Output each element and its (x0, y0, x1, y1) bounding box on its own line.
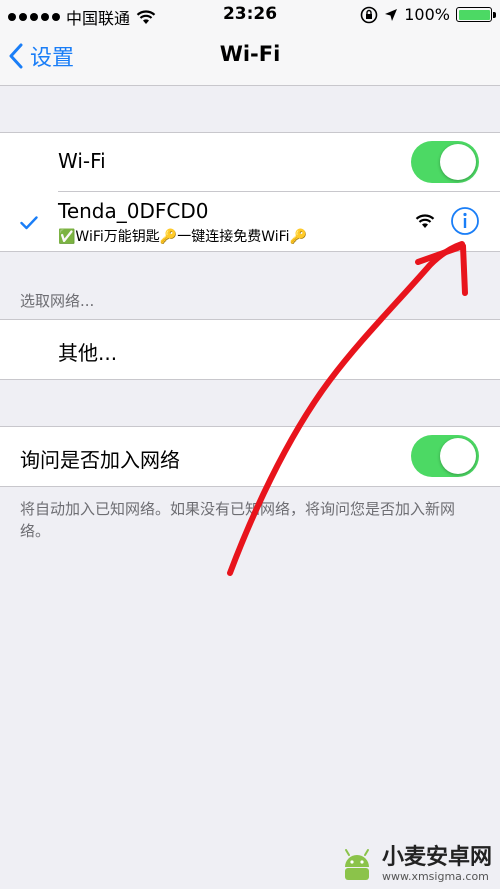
location-arrow-icon (385, 8, 398, 21)
ask-join-label: 询问是否加入网络 (20, 448, 180, 472)
network-name: Tenda_0DFCD0 (58, 199, 209, 223)
ask-join-toggle-knob (440, 438, 476, 474)
wifi-toggle-knob (440, 144, 476, 180)
other-network-row[interactable]: 其他... (0, 320, 500, 379)
battery-icon (456, 7, 496, 22)
network-subtitle: ✅WiFi万能钥匙🔑一键连接免费WiFi🔑 (58, 229, 307, 245)
other-network-group: 其他... (0, 319, 500, 380)
watermark: 小麦安卓网 www.xmsigma.com (338, 845, 492, 883)
info-icon[interactable] (450, 206, 480, 236)
ask-join-description: 将自动加入已知网络。如果没有已知网络，将询问您是否加入新网络。 (20, 500, 456, 540)
wifi-toggle[interactable] (411, 141, 479, 183)
status-bar: 中国联通 23:26 100% (0, 0, 500, 30)
battery-percent: 100% (404, 5, 450, 24)
other-network-label: 其他... (58, 341, 118, 365)
wifi-group: Wi-Fi Tenda_0DFCD0 ✅WiFi万能钥匙🔑一键连接免费WiFi🔑 (0, 132, 500, 252)
page-title: Wi-Fi (219, 42, 281, 66)
navigation-bar: 设置 Wi-Fi (0, 30, 500, 86)
watermark-url: www.xmsigma.com (381, 869, 489, 883)
android-logo-icon (344, 849, 369, 880)
ask-join-group: 询问是否加入网络 (0, 426, 500, 487)
status-right: 100% (360, 5, 496, 24)
connected-network-row[interactable]: Tenda_0DFCD0 ✅WiFi万能钥匙🔑一键连接免费WiFi🔑 (0, 192, 500, 251)
choose-network-header: 选取网络... (20, 292, 95, 310)
wifi-strength-icon (415, 214, 435, 228)
rotation-lock-icon (360, 6, 378, 23)
checkmark-icon (20, 216, 38, 230)
watermark-name: 小麦安卓网 (381, 844, 492, 870)
ask-join-row: 询问是否加入网络 (0, 427, 500, 486)
battery-fill (458, 9, 490, 20)
wifi-toggle-row: Wi-Fi (0, 133, 500, 192)
wifi-label: Wi-Fi (58, 149, 106, 173)
ask-join-toggle[interactable] (411, 435, 479, 477)
